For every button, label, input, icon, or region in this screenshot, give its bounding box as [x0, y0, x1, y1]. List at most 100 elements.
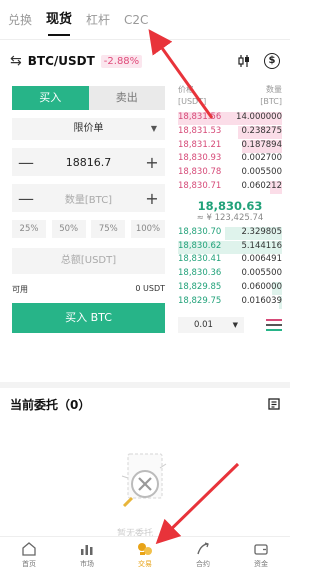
ask-price: 18,830.93 [178, 153, 222, 164]
trade-icon [138, 543, 152, 555]
available-label: 可用 [12, 285, 28, 294]
minus-icon[interactable]: — [18, 189, 34, 208]
minus-icon[interactable]: — [18, 153, 34, 172]
buy-sell-toggle: 买入 卖出 [12, 86, 165, 110]
nav-label-market: 市场 [80, 560, 94, 568]
chevron-down-icon: ▼ [150, 124, 157, 133]
bid-row[interactable]: 18,829.85 0.060000 [178, 281, 282, 295]
book-layout-icon[interactable] [266, 318, 282, 331]
tab-spot[interactable]: 现货 [46, 0, 72, 40]
buy-btc-button[interactable]: 买入 BTC [12, 303, 165, 333]
bid-price: 18,830.41 [178, 254, 222, 265]
percent-75-button[interactable]: 75% [91, 220, 126, 238]
ask-qty: 0.002700 [241, 153, 282, 164]
ask-row[interactable]: 18,830.93 0.002700 [178, 153, 282, 166]
swap-icon[interactable]: ⇆ [10, 53, 22, 69]
current-orders-header: 当前委托（0） [10, 392, 280, 416]
depth-precision-select[interactable]: 0.01 ▼ [178, 316, 244, 333]
current-orders-title: 当前委托（0） [10, 397, 91, 412]
tab-exchange[interactable]: 兑换 [8, 0, 32, 40]
order-book-footer: 0.01 ▼ [178, 316, 282, 333]
bid-row[interactable]: 18,829.75 0.016039 [178, 295, 282, 309]
percent-25-button[interactable]: 25% [12, 220, 46, 238]
buy-tab[interactable]: 买入 [12, 86, 89, 110]
order-book: 价格 [USDT] 数量 [BTC] 18,831.56 14.000000 18,… [178, 84, 282, 333]
ask-qty: 0.060212 [241, 180, 282, 191]
fiat-price: ≈ ¥ 123,425.74 [196, 212, 264, 223]
wallet-icon [254, 544, 268, 555]
chevron-down-icon: ▼ [232, 320, 238, 329]
nav-item-contract[interactable]: 合约 [174, 537, 232, 575]
ask-price: 18,831.53 [178, 125, 222, 136]
order-history-icon[interactable] [268, 398, 280, 410]
bid-row[interactable]: 18,830.36 0.005500 [178, 268, 282, 281]
ask-row[interactable]: 18,830.78 0.005500 [178, 167, 282, 180]
price-stepper: — 18816.7 + [12, 148, 165, 176]
bid-price: 18,830.36 [178, 268, 222, 279]
percent-50-button[interactable]: 50% [51, 220, 86, 238]
price-input[interactable]: 18816.7 [66, 156, 112, 169]
ask-price: 18,831.56 [178, 112, 222, 122]
bid-row[interactable]: 18,830.41 0.006491 [178, 254, 282, 267]
tab-c2c[interactable]: C2C [124, 0, 148, 40]
nav-item-market[interactable]: 市场 [58, 537, 116, 575]
pair-header: ⇆ BTC/USDT -2.88% $ [0, 42, 290, 80]
amount-input[interactable]: 数量[BTC] [65, 191, 112, 206]
price-change-badge: -2.88% [100, 54, 143, 68]
plus-icon[interactable]: + [145, 189, 159, 208]
last-price-block: 18,830.63 ≈ ¥ 123,425.74 [178, 195, 282, 227]
ask-list: 18,831.56 14.000000 18,831.53 0.238275 18,83… [178, 112, 282, 194]
price-unit: [USDT] [178, 97, 207, 106]
nav-item-home[interactable]: 首页 [0, 537, 58, 575]
empty-orders-icon [121, 453, 167, 508]
nav-label-contract: 合约 [196, 560, 210, 568]
home-icon [22, 542, 36, 556]
bid-qty: 2.329805 [241, 226, 282, 237]
market-icon [81, 545, 93, 555]
ask-row[interactable]: 18,831.53 0.238275 [178, 125, 282, 139]
dollar-circle-icon[interactable]: $ [264, 53, 280, 69]
contract-icon [197, 542, 209, 555]
ask-qty: 0.005500 [241, 167, 282, 178]
trade-mode-tabs: 兑换 现货 杠杆 C2C [0, 0, 290, 40]
ask-price: 18,831.21 [178, 139, 222, 150]
nav-label-trade: 交易 [138, 560, 152, 568]
bid-qty: 0.005500 [241, 268, 282, 279]
bid-row[interactable]: 18,830.70 2.329805 [178, 226, 282, 240]
last-price: 18,830.63 [197, 198, 263, 213]
depth-precision-value: 0.01 [194, 319, 213, 330]
nav-item-trade[interactable]: 交易 [116, 537, 174, 575]
ask-price: 18,830.78 [178, 167, 222, 178]
bid-price: 18,830.62 [178, 240, 222, 251]
spot-trading-screen: 兑换 现货 杠杆 C2C ⇆ BTC/USDT -2.88% $ 买入 卖出 限… [0, 0, 290, 575]
nav-label-wallet: 资金 [254, 560, 268, 568]
bid-qty: 0.006491 [241, 254, 282, 265]
plus-icon[interactable]: + [145, 153, 159, 172]
bid-row[interactable]: 18,830.62 5.144116 [178, 240, 282, 254]
available-balance: 可用 0 USDT [12, 284, 165, 295]
order-type-select[interactable]: 限价单 ▼ [12, 118, 165, 140]
pair-symbol[interactable]: BTC/USDT [28, 54, 95, 68]
candlestick-chart-icon[interactable] [236, 53, 252, 69]
percent-buttons: 25% 50% 75% 100% [12, 220, 165, 238]
bid-qty: 0.016039 [241, 295, 282, 306]
percent-100-button[interactable]: 100% [130, 220, 165, 238]
tab-margin[interactable]: 杠杆 [86, 0, 110, 40]
total-input[interactable]: 总额[USDT] [12, 248, 165, 274]
ask-row[interactable]: 18,830.71 0.060212 [178, 180, 282, 194]
sell-tab[interactable]: 卖出 [88, 86, 165, 110]
ask-row[interactable]: 18,831.21 0.187894 [178, 139, 282, 153]
nav-item-wallet[interactable]: 资金 [232, 537, 290, 575]
bid-qty: 5.144116 [241, 240, 282, 251]
section-divider [0, 382, 290, 388]
ask-row[interactable]: 18,831.56 14.000000 [178, 112, 282, 125]
amount-stepper: — 数量[BTC] + [12, 184, 165, 212]
nav-label-home: 首页 [22, 560, 36, 568]
order-form: 买入 卖出 限价单 ▼ — 18816.7 + — 数量[BTC] + 25% … [12, 86, 165, 333]
bid-price: 18,830.70 [178, 226, 222, 237]
ask-price: 18,830.71 [178, 180, 222, 191]
bid-qty: 0.060000 [241, 281, 282, 292]
ask-qty: 0.187894 [241, 139, 282, 150]
ask-qty: 14.000000 [236, 112, 282, 122]
price-header: 价格 [178, 85, 194, 94]
